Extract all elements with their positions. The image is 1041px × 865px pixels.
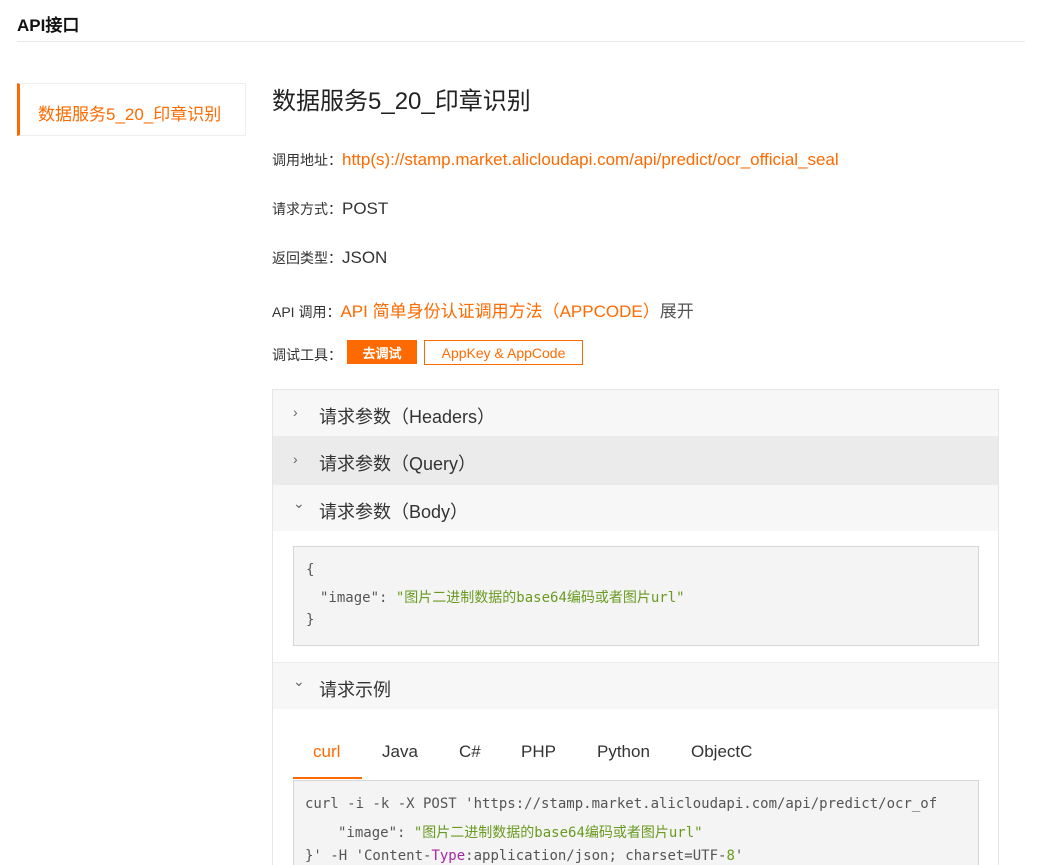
- expand-link[interactable]: 展开: [660, 302, 694, 321]
- chevron-down-icon: ⌄: [293, 495, 305, 511]
- accordion-query[interactable]: › 请求参数（Query）: [273, 436, 998, 485]
- page-title: 数据服务5_20_印章识别: [272, 88, 531, 115]
- request-method-label: 请求方式：: [272, 201, 342, 217]
- page-header-title: API接口: [17, 16, 80, 35]
- call-address-row: 调用地址：http(s)://stamp.market.alicloudapi.…: [272, 150, 839, 170]
- curl-line-1: curl -i -k -X POST 'https://stamp.market…: [305, 796, 938, 812]
- page-header: API接口: [17, 0, 1025, 42]
- api-params-panel: › 请求参数（Headers） › 请求参数（Query） ⌄ 请求参数（Bod…: [272, 389, 999, 865]
- code-line-image: "image": "图片二进制数据的base64编码或者图片url": [320, 587, 685, 607]
- call-address-value: http(s)://stamp.market.alicloudapi.com/a…: [342, 150, 839, 169]
- chevron-right-icon: ›: [293, 451, 298, 467]
- accordion-body-label: 请求参数（Body）: [319, 502, 469, 522]
- tab-objectc[interactable]: ObjectC: [691, 742, 752, 762]
- accordion-example[interactable]: ⌄ 请求示例: [273, 662, 998, 709]
- curl-value: "图片二进制数据的base64编码或者图片url": [413, 825, 703, 841]
- return-type-label: 返回类型：: [272, 250, 342, 266]
- curl-code-block: curl -i -k -X POST 'https://stamp.market…: [293, 780, 979, 865]
- curl-header-type: Type: [431, 848, 466, 864]
- tab-php[interactable]: PHP: [521, 742, 556, 762]
- curl-key: "image": [338, 825, 398, 841]
- curl-header-c: ': [734, 848, 744, 864]
- appkey-appcode-button[interactable]: AppKey & AppCode: [424, 340, 583, 365]
- code-brace-open: {: [306, 562, 315, 578]
- tab-csharp[interactable]: C#: [459, 742, 481, 762]
- debug-tool-label: 调试工具：: [272, 347, 342, 363]
- code-sep: :: [379, 590, 396, 606]
- chevron-down-icon: ⌄: [293, 673, 305, 689]
- tab-curl[interactable]: curl: [313, 742, 340, 762]
- tab-python[interactable]: Python: [597, 742, 650, 762]
- curl-line-2: "image": "图片二进制数据的base64编码或者图片url": [338, 822, 703, 842]
- curl-sep: :: [397, 825, 414, 841]
- api-auth-link[interactable]: API 简单身份认证调用方法（APPCODE）: [340, 302, 659, 321]
- sidebar-item-label: 数据服务5_20_印章识别: [38, 105, 222, 124]
- request-method-row: 请求方式：POST: [272, 199, 388, 219]
- accordion-headers-label: 请求参数（Headers）: [319, 407, 496, 427]
- api-call-row: API 调用：API 简单身份认证调用方法（APPCODE）展开: [272, 297, 694, 322]
- curl-header-a: }' -H 'Content-: [305, 848, 432, 864]
- example-tabs: curl Java C# PHP Python ObjectC: [293, 726, 979, 780]
- accordion-body[interactable]: ⌄ 请求参数（Body）: [273, 485, 998, 531]
- chevron-right-icon: ›: [293, 404, 298, 420]
- return-type-value: JSON: [342, 248, 388, 267]
- curl-header-b: :application/json; charset=UTF-: [465, 848, 727, 864]
- call-address-label: 调用地址：: [272, 152, 342, 168]
- request-method-value: POST: [342, 199, 389, 218]
- body-code-block: { "image": "图片二进制数据的base64编码或者图片url" }: [293, 546, 979, 646]
- active-tab-indicator: [293, 777, 362, 779]
- curl-line-3: }' -H 'Content-Type:application/json; ch…: [305, 848, 743, 864]
- api-call-label: API 调用：: [272, 304, 341, 320]
- accordion-query-label: 请求参数（Query）: [319, 454, 477, 474]
- code-value: "图片二进制数据的base64编码或者图片url": [395, 590, 685, 606]
- return-type-row: 返回类型：JSON: [272, 248, 387, 268]
- accordion-example-label: 请求示例: [319, 680, 391, 700]
- debug-button[interactable]: 去调试: [347, 340, 417, 364]
- curl-header-num: 8: [726, 848, 735, 864]
- code-key: "image": [320, 590, 380, 606]
- accordion-headers[interactable]: › 请求参数（Headers）: [273, 390, 998, 436]
- tab-java[interactable]: Java: [382, 742, 418, 762]
- sidebar-item-ocr-seal[interactable]: 数据服务5_20_印章识别: [17, 83, 246, 136]
- code-brace-close: }: [306, 612, 315, 628]
